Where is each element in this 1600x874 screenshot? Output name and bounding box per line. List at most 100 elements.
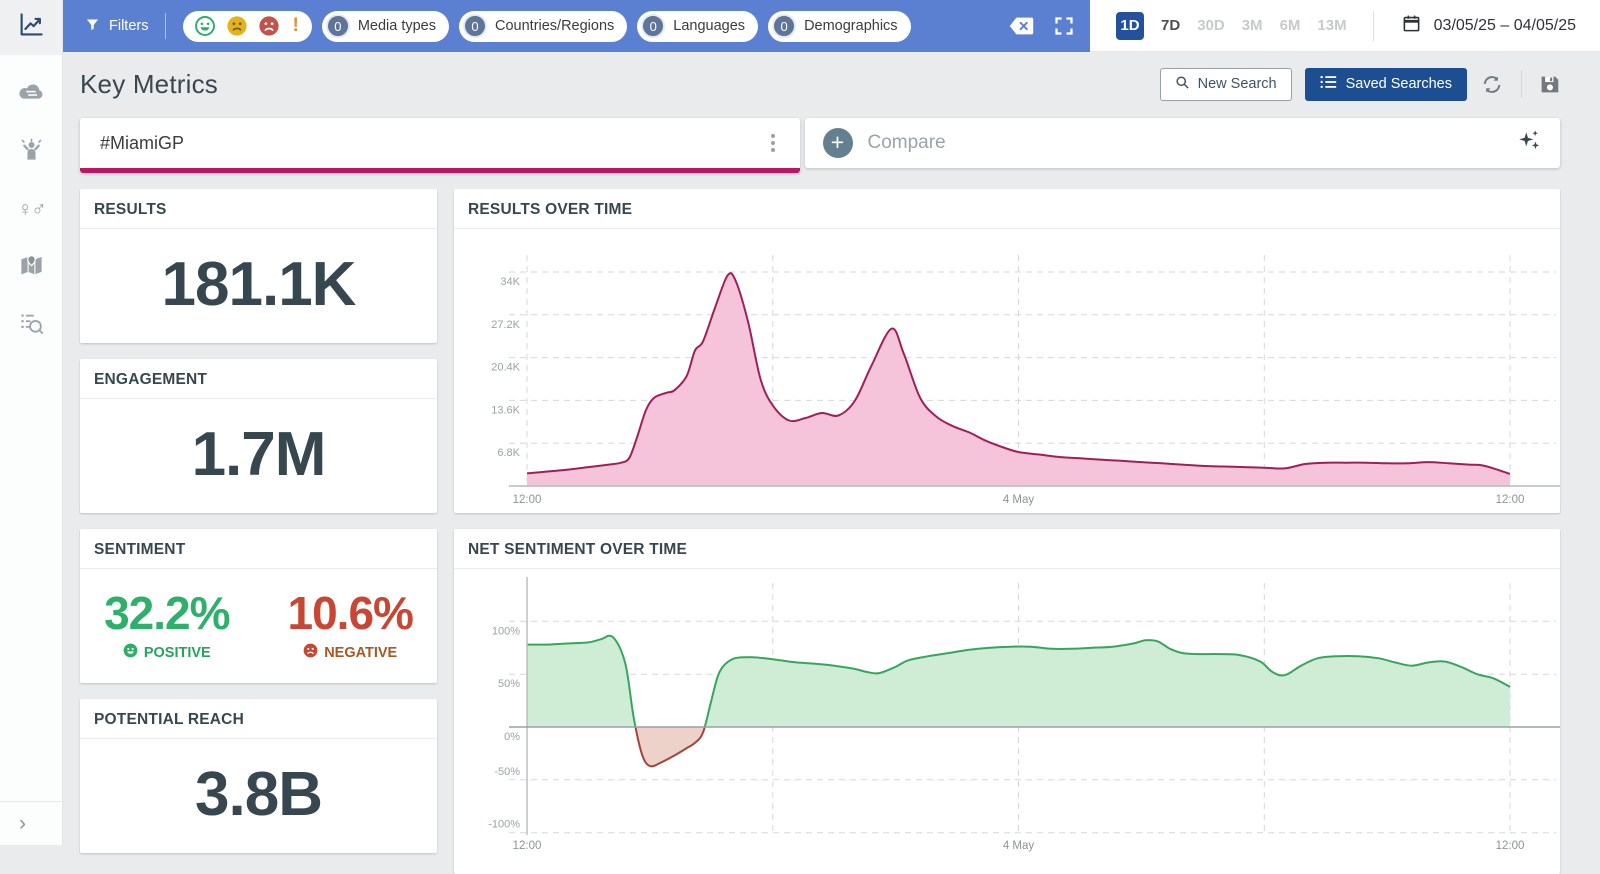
positive-label: POSITIVE xyxy=(144,645,211,661)
sidebar: ♀♂ xyxy=(0,0,63,845)
sentiment-filter-pill: ! xyxy=(183,11,311,42)
sidebar-footer: › xyxy=(0,801,62,845)
main-area: Filters xyxy=(63,0,1600,845)
negative-sad-icon xyxy=(303,643,318,662)
saved-searches-label: Saved Searches xyxy=(1346,76,1452,92)
add-compare-plus-icon[interactable]: + xyxy=(823,128,853,158)
search-row: #MiamiGP + Compare xyxy=(80,118,1560,173)
range-13m-button[interactable]: 13M xyxy=(1317,17,1346,34)
demographics-pill[interactable]: 0 Demographics xyxy=(768,11,911,42)
date-range-picker[interactable]: 03/05/25 – 04/05/25 xyxy=(1402,14,1576,38)
saved-searches-button[interactable]: Saved Searches xyxy=(1305,68,1467,101)
metrics-column: RESULTS 181.1K ENGAGEMENT 1.7M SENTIMENT… xyxy=(80,189,437,874)
svg-text:100%: 100% xyxy=(492,625,520,637)
svg-text:50%: 50% xyxy=(498,678,520,690)
svg-text:12:00: 12:00 xyxy=(513,494,542,506)
sidebar-nav: ♀♂ xyxy=(0,55,62,343)
negative-value: 10.6% xyxy=(288,586,413,640)
countries-label: Countries/Regions xyxy=(495,18,614,34)
engagement-value: 1.7M xyxy=(80,399,437,513)
page-header: Key Metrics New Search xyxy=(80,52,1560,116)
range-30d-button[interactable]: 30D xyxy=(1197,17,1225,34)
demographics-label: Demographics xyxy=(804,18,898,34)
alert-exclamation-icon[interactable]: ! xyxy=(290,15,300,37)
media-types-pill[interactable]: 0 Media types xyxy=(322,11,449,42)
sidebar-item-themes[interactable] xyxy=(10,309,52,343)
neutral-face-icon[interactable] xyxy=(226,15,248,37)
clear-filters-backspace-icon[interactable] xyxy=(1009,17,1034,35)
negative-label: NEGATIVE xyxy=(324,645,397,661)
countries-regions-pill[interactable]: 0 Countries/Regions xyxy=(459,11,627,42)
gender-symbols-icon: ♀♂ xyxy=(17,198,45,222)
search-topic-inner: #MiamiGP xyxy=(80,118,800,168)
svg-text:20.4K: 20.4K xyxy=(491,362,520,374)
timerange-bar: 1D 7D 30D 3M 6M 13M xyxy=(1090,0,1600,52)
word-cloud-icon xyxy=(16,80,46,109)
range-3m-button[interactable]: 3M xyxy=(1242,17,1263,34)
positive-face-icon[interactable] xyxy=(194,15,216,37)
languages-label: Languages xyxy=(673,18,745,34)
sidebar-item-word-cloud[interactable] xyxy=(10,77,52,111)
positive-value: 32.2% xyxy=(104,586,229,640)
charts-column: RESULTS OVER TIME 34K27.2K20.4K13.6K6.8K… xyxy=(454,189,1560,874)
compare-card[interactable]: + Compare xyxy=(805,118,1561,168)
topbar-divider xyxy=(165,13,166,39)
calendar-icon xyxy=(1402,14,1421,38)
potential-reach-card: POTENTIAL REACH 3.8B xyxy=(80,699,437,853)
svg-text:4 May: 4 May xyxy=(1003,840,1035,852)
compare-placeholder: Compare xyxy=(868,132,1502,154)
sidebar-item-influencers[interactable] xyxy=(10,135,52,169)
content: Key Metrics New Search xyxy=(63,52,1600,874)
results-over-time-chart: 34K27.2K20.4K13.6K6.8K12:004 May12:00 xyxy=(454,229,1560,513)
languages-pill[interactable]: 0 Languages xyxy=(637,11,758,42)
svg-text:0%: 0% xyxy=(504,731,520,743)
sidebar-item-world-map[interactable] xyxy=(10,251,52,285)
svg-text:27.2K: 27.2K xyxy=(491,319,520,331)
filters-button[interactable]: Filters xyxy=(85,17,148,36)
svg-text:12:00: 12:00 xyxy=(1496,494,1525,506)
search-query-text[interactable]: #MiamiGP xyxy=(100,133,760,154)
sidebar-item-demographics[interactable]: ♀♂ xyxy=(10,193,52,227)
sentiment-negative-block: 10.6% NEGATIVE xyxy=(288,586,413,662)
demographics-count-badge: 0 xyxy=(772,14,796,38)
filters-bar: Filters xyxy=(63,0,1090,52)
sidebar-item-key-metrics[interactable] xyxy=(0,0,62,55)
media-types-count-badge: 0 xyxy=(326,14,350,38)
positive-label-row: POSITIVE xyxy=(104,643,229,662)
sparkles-ai-icon[interactable] xyxy=(1516,128,1542,159)
results-over-time-title: RESULTS OVER TIME xyxy=(454,189,1560,229)
positive-smiley-icon xyxy=(123,643,138,662)
new-search-label: New Search xyxy=(1198,76,1277,92)
app-window: ♀♂ xyxy=(0,0,1600,845)
filters-label: Filters xyxy=(109,18,148,34)
range-1d-button[interactable]: 1D xyxy=(1116,12,1144,40)
svg-text:13.6K: 13.6K xyxy=(491,404,520,416)
new-search-button[interactable]: New Search xyxy=(1160,68,1292,101)
map-pin-icon xyxy=(18,252,45,284)
search-magnifier-icon xyxy=(1175,75,1190,94)
influencer-person-icon xyxy=(18,136,45,168)
actions-divider xyxy=(1521,70,1522,98)
save-icon[interactable] xyxy=(1539,74,1560,95)
range-6m-button[interactable]: 6M xyxy=(1280,17,1301,34)
search-topic-card[interactable]: #MiamiGP xyxy=(80,118,800,173)
potential-reach-value: 3.8B xyxy=(80,739,437,853)
fullscreen-icon[interactable] xyxy=(1054,16,1074,36)
svg-text:4 May: 4 May xyxy=(1003,494,1035,506)
potential-reach-card-title: POTENTIAL REACH xyxy=(80,699,437,739)
search-options-kebab-icon[interactable] xyxy=(760,128,786,158)
negative-face-icon[interactable] xyxy=(258,15,280,37)
svg-text:12:00: 12:00 xyxy=(1496,840,1525,852)
range-7d-button[interactable]: 7D xyxy=(1161,17,1180,34)
countries-count-badge: 0 xyxy=(463,14,487,38)
sidebar-expand-chevron-icon[interactable]: › xyxy=(19,813,26,834)
engagement-card: ENGAGEMENT 1.7M xyxy=(80,359,437,513)
media-types-label: Media types xyxy=(358,18,436,34)
time-range-group: 1D 7D 30D 3M 6M 13M xyxy=(1116,12,1347,40)
refresh-icon[interactable] xyxy=(1480,73,1504,96)
date-divider xyxy=(1373,11,1374,41)
results-card: RESULTS 181.1K xyxy=(80,189,437,343)
results-over-time-card: RESULTS OVER TIME 34K27.2K20.4K13.6K6.8K… xyxy=(454,189,1560,513)
list-icon xyxy=(1320,75,1337,93)
net-sentiment-title: NET SENTIMENT OVER TIME xyxy=(454,529,1560,569)
